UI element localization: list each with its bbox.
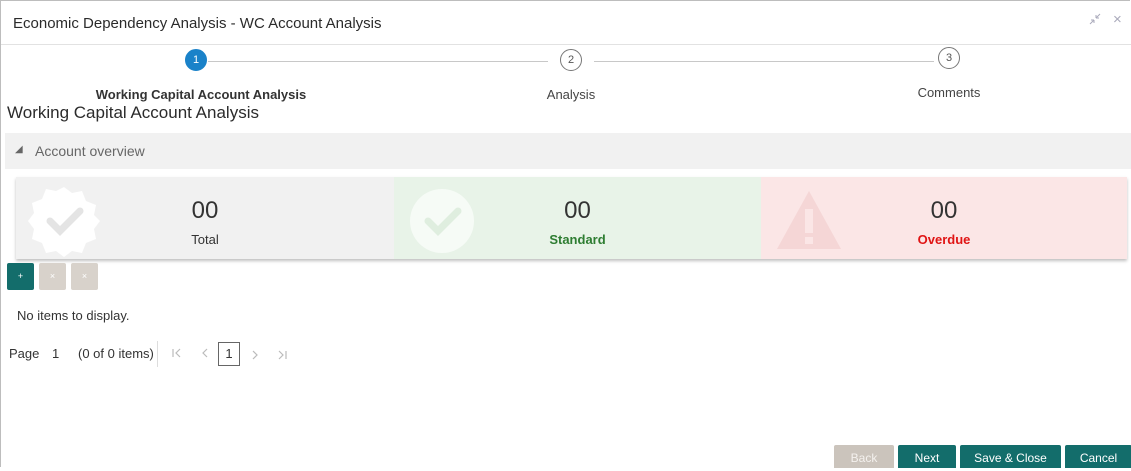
current-page-button[interactable]: 1 xyxy=(218,342,240,366)
standard-count: 00 xyxy=(564,197,591,224)
summary-cards: 00 Total 00 Standard 00 Overdue xyxy=(16,177,1127,259)
empty-table-message: No items to display. xyxy=(17,308,130,323)
cancel-button[interactable]: Cancel xyxy=(1065,445,1131,468)
dialog-window: Economic Dependency Analysis - WC Accoun… xyxy=(0,0,1131,468)
total-count: 00 xyxy=(191,197,219,224)
add-row-button[interactable]: + xyxy=(7,263,34,290)
step-connector xyxy=(594,61,934,62)
title-bar: Economic Dependency Analysis - WC Accoun… xyxy=(1,1,1131,45)
prev-page-icon[interactable] xyxy=(201,348,209,361)
step-2-circle[interactable]: 2 xyxy=(560,49,582,71)
step-1-circle[interactable]: 1 xyxy=(185,49,207,71)
pager-items-info: (0 of 0 items) xyxy=(78,346,154,361)
overdue-count: 00 xyxy=(930,197,958,224)
pager-divider xyxy=(157,341,158,367)
total-label: Total xyxy=(191,232,219,247)
next-page-icon[interactable] xyxy=(251,348,259,363)
pager-page-label: Page xyxy=(9,346,40,361)
step-2-label[interactable]: Analysis xyxy=(451,87,691,102)
step-3-label[interactable]: Comments xyxy=(829,85,1069,100)
collapse-arrow-icon[interactable]: ◢ xyxy=(15,144,23,155)
edit-row-button[interactable]: × xyxy=(39,263,66,290)
total-card[interactable]: 00 Total xyxy=(16,177,394,259)
section-title: Working Capital Account Analysis xyxy=(7,103,259,122)
overdue-label: Overdue xyxy=(917,232,971,247)
step-connector xyxy=(208,61,548,62)
back-button[interactable]: Back xyxy=(834,445,894,468)
step-3-circle[interactable]: 3 xyxy=(938,47,960,69)
overdue-card[interactable]: 00 Overdue xyxy=(761,177,1127,259)
first-page-icon[interactable] xyxy=(172,348,182,361)
minimize-icon[interactable] xyxy=(1089,13,1101,28)
next-button[interactable]: Next xyxy=(898,445,956,468)
save-close-button[interactable]: Save & Close xyxy=(960,445,1061,468)
last-page-icon[interactable] xyxy=(277,348,287,363)
step-1-label[interactable]: Working Capital Account Analysis xyxy=(81,87,321,102)
standard-label: Standard xyxy=(549,232,606,247)
window-title: Economic Dependency Analysis - WC Accoun… xyxy=(13,15,382,32)
pager-page-number: 1 xyxy=(52,346,60,361)
delete-row-button[interactable]: × xyxy=(71,263,98,290)
close-icon[interactable]: × xyxy=(1113,11,1122,28)
standard-card[interactable]: 00 Standard xyxy=(394,177,761,259)
account-overview-accordion[interactable]: ◢ Account overview xyxy=(5,133,1131,169)
accordion-label: Account overview xyxy=(35,143,145,159)
